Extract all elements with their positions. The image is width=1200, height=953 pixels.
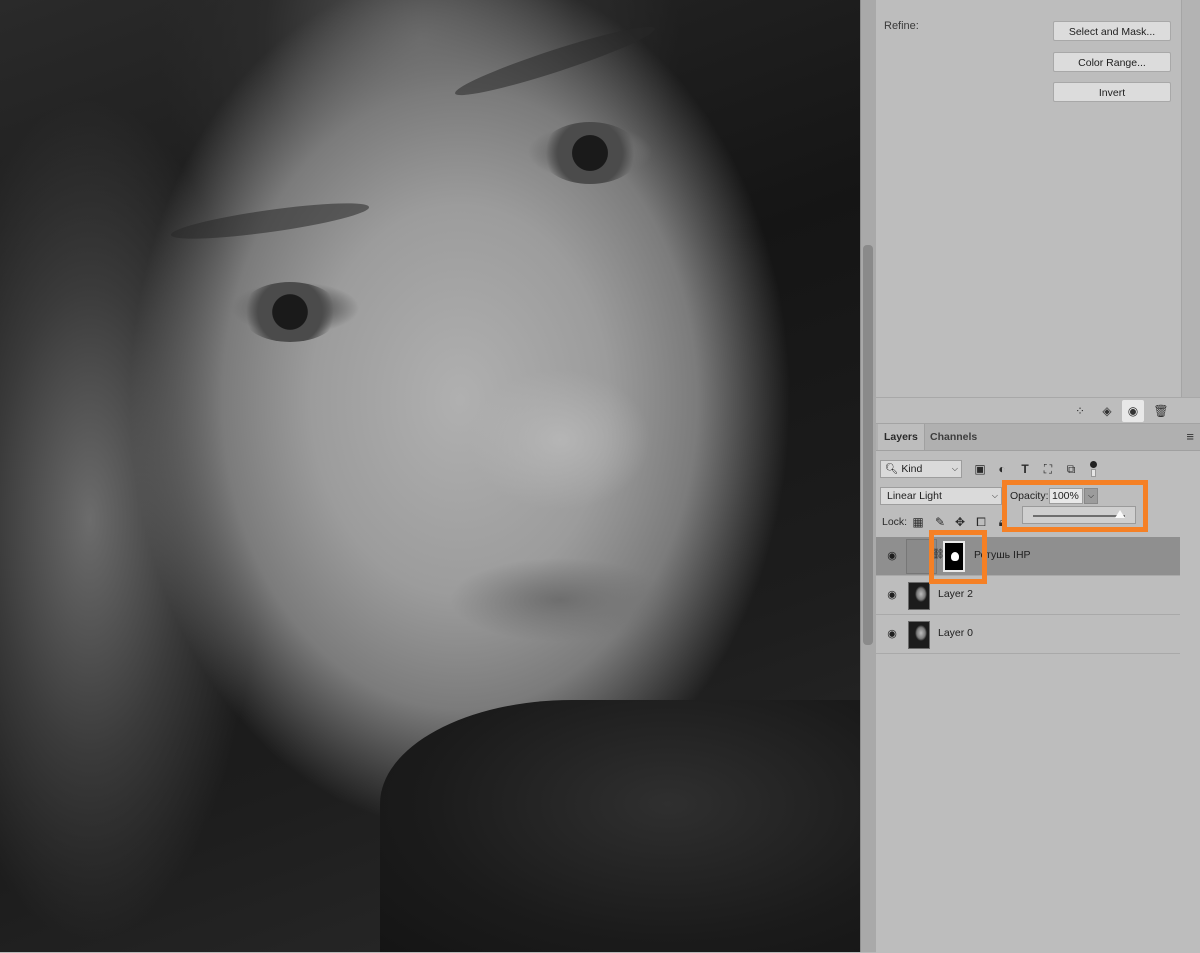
blend-mode-select[interactable]: Linear Light ⌵ <box>880 487 1002 505</box>
layer-row[interactable]: ◉ Layer 2 <box>876 576 1180 615</box>
opacity-highlight-box <box>1002 480 1148 532</box>
photo-eye-left <box>240 282 340 342</box>
visibility-icon[interactable]: ◉ <box>1122 400 1144 422</box>
tab-channels[interactable]: Channels <box>924 424 983 450</box>
shape-filter-icon[interactable]: ⛶ <box>1040 460 1056 478</box>
lock-label: Lock: <box>882 516 908 528</box>
layer-row[interactable]: ◉ Layer 0 <box>876 615 1180 654</box>
tab-layers[interactable]: Layers <box>878 424 925 450</box>
layer-thumbnail[interactable] <box>908 621 930 649</box>
filter-kind-label: Kind <box>901 463 923 475</box>
mask-highlight-box <box>929 530 987 584</box>
filter-toggle-bar <box>1091 469 1096 477</box>
document-canvas[interactable] <box>0 0 860 952</box>
lock-image-icon[interactable]: ✎ <box>932 513 948 531</box>
properties-footer: ⁘ ◈ ◉ 🗑 <box>876 397 1200 424</box>
layer-thumbnail[interactable] <box>908 582 930 610</box>
properties-scrollbar[interactable] <box>1181 0 1200 397</box>
photo-collar <box>380 700 860 952</box>
chevron-down-icon: ⌵ <box>951 464 958 473</box>
select-and-mask-button[interactable]: Select and Mask... <box>1053 21 1171 41</box>
lock-position-icon[interactable]: ✥ <box>952 513 968 531</box>
delete-icon[interactable]: 🗑 <box>1153 403 1169 419</box>
visibility-eye-icon[interactable]: ◉ <box>884 549 900 563</box>
pixel-filter-icon[interactable]: ▣ <box>972 460 988 478</box>
layer-row[interactable]: ◉ ⛓ Ретушь IHP <box>876 537 1180 576</box>
blend-mode-value: Linear Light <box>887 490 942 502</box>
panel-menu-icon[interactable]: ≡ <box>1186 430 1194 443</box>
filter-toggle-knob <box>1090 461 1097 468</box>
selection-from-mask-icon[interactable]: ⁘ <box>1072 403 1088 419</box>
apply-mask-icon[interactable]: ◈ <box>1099 403 1115 419</box>
photo-eye-right <box>540 122 640 184</box>
color-range-button[interactable]: Color Range... <box>1053 52 1171 72</box>
smart-object-filter-icon[interactable]: ⧉ <box>1063 460 1079 478</box>
canvas-scrollbar-thumb[interactable] <box>863 245 873 645</box>
layer-name[interactable]: Layer 2 <box>938 588 973 600</box>
adjustment-filter-icon[interactable]: ◐ <box>994 460 1010 478</box>
search-icon: 🔍︎ <box>885 463 899 475</box>
visibility-eye-icon[interactable]: ◉ <box>884 627 900 641</box>
photo-brow-left <box>169 196 371 246</box>
visibility-eye-icon[interactable]: ◉ <box>884 588 900 602</box>
photo-brow-right <box>451 18 659 104</box>
filter-toggle[interactable] <box>1090 461 1097 477</box>
filter-kind-select[interactable]: 🔍︎ Kind ⌵ <box>880 460 962 478</box>
properties-panel: Refine: Select and Mask... Color Range..… <box>876 0 1200 397</box>
layers-panel-tabs: Layers Channels ≡ <box>876 424 1200 451</box>
invert-button[interactable]: Invert <box>1053 82 1171 102</box>
type-filter-icon[interactable]: T <box>1017 460 1033 478</box>
lock-artboard-icon[interactable]: ⧠ <box>973 513 989 531</box>
lock-transparent-icon[interactable]: ▦ <box>910 513 926 531</box>
layer-name[interactable]: Layer 0 <box>938 627 973 639</box>
refine-label: Refine: <box>884 20 919 32</box>
chevron-down-icon: ⌵ <box>991 491 998 500</box>
